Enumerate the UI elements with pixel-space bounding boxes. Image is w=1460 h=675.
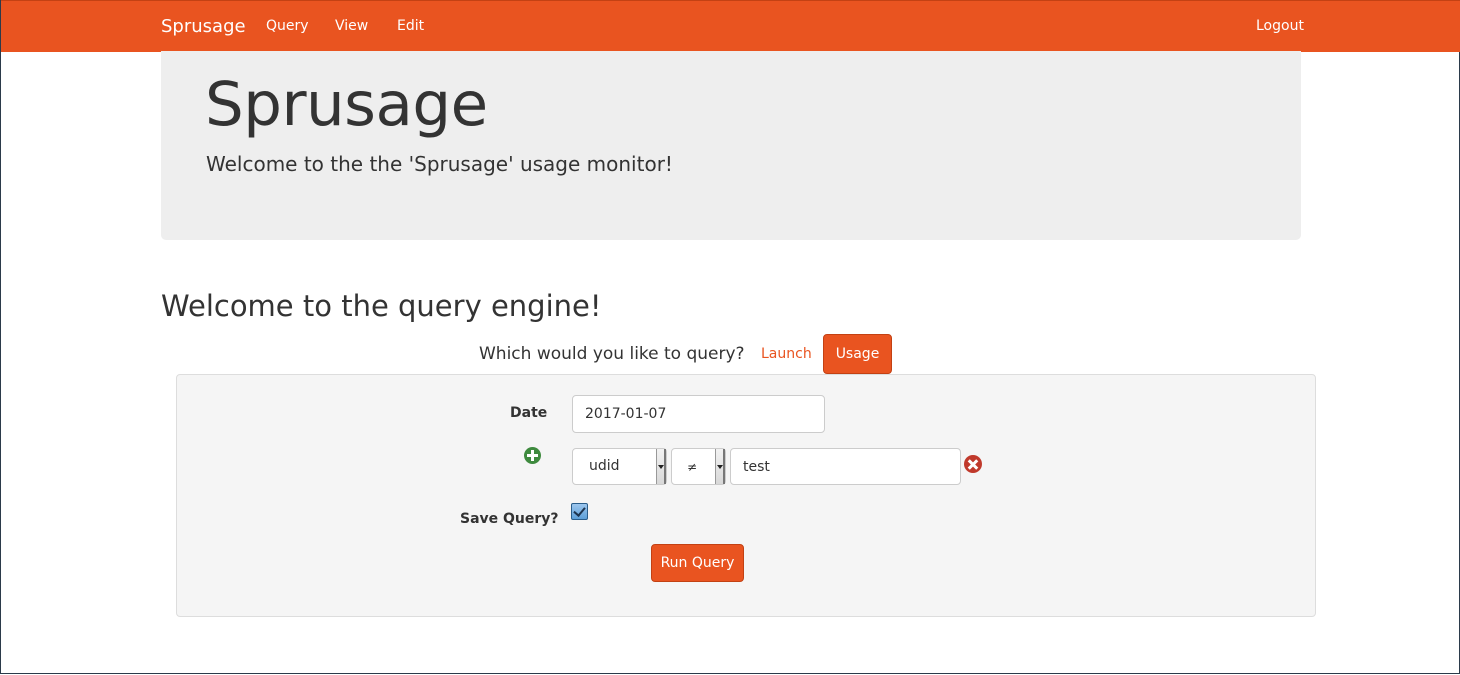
plus-circle-icon[interactable] <box>524 447 541 464</box>
page-title: Welcome to the query engine! <box>161 289 602 323</box>
nav-edit[interactable]: Edit <box>397 18 424 34</box>
remove-circle-icon[interactable] <box>964 455 982 473</box>
save-query-checkbox[interactable] <box>571 503 588 520</box>
operator-select[interactable]: ≠ <box>671 448 726 485</box>
launch-button[interactable]: Launch <box>761 346 812 362</box>
filter-value-input[interactable]: test <box>730 448 961 485</box>
save-query-label: Save Query? <box>460 511 559 527</box>
chevron-down-icon <box>656 449 666 484</box>
nav-query[interactable]: Query <box>266 18 309 34</box>
operator-select-value: ≠ <box>687 460 698 474</box>
chevron-down-icon <box>715 449 725 484</box>
usage-button[interactable]: Usage <box>823 334 892 374</box>
jumbotron-title: Sprusage <box>205 69 488 140</box>
jumbotron-subtitle: Welcome to the the 'Sprusage' usage moni… <box>206 152 673 176</box>
query-form-panel: Date 2017-01-07 udid ≠ test Save Query? … <box>176 374 1316 617</box>
run-query-button[interactable]: Run Query <box>651 544 744 582</box>
field-select[interactable]: udid <box>572 448 667 485</box>
brand-link[interactable]: Sprusage <box>161 16 246 37</box>
date-label: Date <box>510 405 548 421</box>
date-input[interactable]: 2017-01-07 <box>572 395 825 433</box>
navbar: Sprusage Query View Edit Logout <box>1 0 1460 52</box>
jumbotron: Sprusage Welcome to the the 'Sprusage' u… <box>161 51 1301 240</box>
nav-view[interactable]: View <box>335 18 368 34</box>
field-select-value: udid <box>589 458 620 474</box>
query-type-question: Which would you like to query? <box>479 344 745 364</box>
logout-link[interactable]: Logout <box>1256 18 1304 34</box>
